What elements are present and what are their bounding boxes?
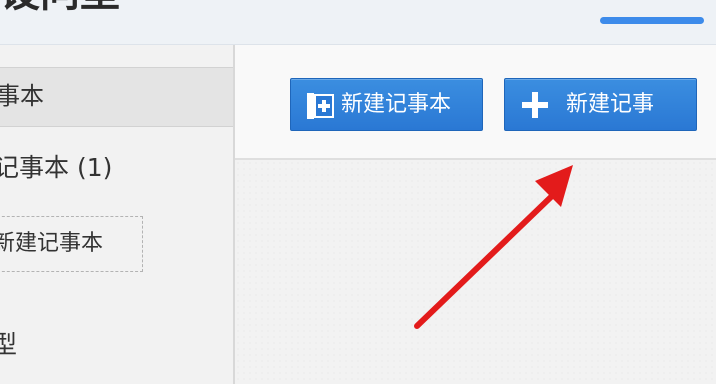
new-notebook-button[interactable]: 新建记事本: [290, 78, 483, 131]
main-panel: 新建记事本 新建记事: [235, 45, 716, 384]
new-notebook-label: 新建记事本: [341, 92, 452, 117]
notebook-plus-icon: [307, 93, 334, 119]
top-header: 设问型: [0, 0, 716, 45]
new-note-label: 新建记事: [566, 92, 655, 117]
sidebar-section-header-label: 事本: [0, 82, 44, 110]
sidebar-item-type[interactable]: 型: [0, 329, 17, 361]
app-root: 设问型 事本 记事本 (1) 新建记事本 型 新建记事本: [0, 0, 716, 384]
page-title: 设问型: [0, 0, 120, 13]
new-note-button[interactable]: 新建记事: [504, 78, 697, 131]
sidebar-new-notebook-label: 新建记事本: [0, 231, 104, 256]
sidebar-section-header[interactable]: 事本: [0, 67, 233, 127]
sidebar-item-notebook[interactable]: 记事本 (1): [0, 151, 112, 185]
sidebar: 事本 记事本 (1) 新建记事本 型: [0, 45, 235, 384]
sidebar-new-notebook-button[interactable]: 新建记事本: [0, 216, 143, 272]
main-toolbar: 新建记事本 新建记事: [235, 45, 716, 160]
plus-icon: [522, 92, 548, 118]
note-content-area: [235, 160, 716, 384]
header-accent-bar: [600, 17, 704, 24]
